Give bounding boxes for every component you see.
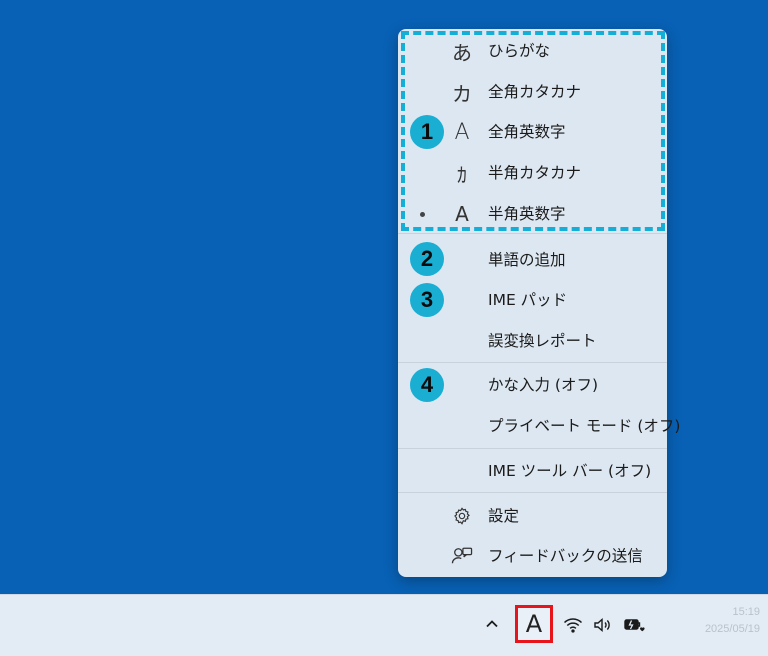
wifi-icon[interactable]	[561, 613, 585, 637]
callout-1: 1	[410, 115, 444, 149]
halfwidth-katakana-icon: ｶ	[457, 162, 467, 187]
taskbar-clock[interactable]: 15:19 2025/05/19	[640, 604, 760, 638]
menu-item-fullwidth-katakana[interactable]: カ 全角カタカナ	[398, 73, 667, 111]
katakana-icon: カ	[452, 81, 472, 106]
menu-item-label: IME パッド	[488, 291, 568, 309]
halfwidth-alpha-icon: A	[455, 202, 469, 226]
menu-item-label: 全角英数字	[488, 123, 566, 141]
menu-item-settings[interactable]: 設定	[398, 497, 667, 535]
menu-item-label: 単語の追加	[488, 251, 566, 269]
fullwidth-alpha-icon: A	[454, 119, 470, 145]
clock-date: 2025/05/19	[704, 623, 760, 635]
ime-mode-indicator[interactable]: A	[515, 605, 553, 643]
menu-item-halfwidth-alphanumeric[interactable]: A 半角英数字	[398, 195, 667, 233]
menu-item-conversion-report[interactable]: 誤変換レポート	[398, 322, 667, 360]
callout-2: 2	[410, 242, 444, 276]
menu-item-hiragana[interactable]: あ ひらがな	[398, 32, 667, 70]
selected-bullet-icon	[420, 212, 425, 217]
callout-3: 3	[410, 283, 444, 317]
menu-item-label: 半角カタカナ	[488, 164, 582, 182]
menu-item-halfwidth-katakana[interactable]: ｶ 半角カタカナ	[398, 154, 667, 192]
menu-separator	[398, 448, 667, 449]
menu-item-label: 設定	[488, 507, 520, 525]
menu-item-label: IME ツール バー (オフ)	[488, 462, 652, 480]
clock-time: 15:19	[732, 606, 760, 618]
menu-item-feedback[interactable]: フィードバックの送信	[398, 537, 667, 575]
menu-item-private-mode[interactable]: プライベート モード (オフ)	[398, 407, 680, 445]
menu-item-label: 全角カタカナ	[488, 83, 582, 101]
hiragana-icon: あ	[452, 40, 472, 65]
menu-item-ime-toolbar[interactable]: IME ツール バー (オフ)	[398, 452, 667, 490]
menu-item-label: プライベート モード (オフ)	[488, 417, 681, 435]
menu-item-label: かな入力 (オフ)	[488, 376, 599, 394]
menu-item-label: 半角英数字	[488, 205, 566, 223]
menu-item-label: フィードバックの送信	[488, 547, 643, 565]
speaker-icon[interactable]	[590, 613, 614, 637]
callout-4: 4	[410, 368, 444, 402]
gear-icon	[448, 497, 476, 535]
menu-separator	[398, 362, 667, 363]
menu-separator	[398, 492, 667, 493]
menu-item-label: ひらがな	[488, 42, 551, 60]
chevron-up-icon[interactable]	[480, 612, 504, 636]
menu-separator	[398, 233, 667, 234]
menu-item-label: 誤変換レポート	[488, 332, 597, 350]
feedback-icon	[448, 537, 476, 575]
ime-indicator-label: A	[525, 610, 543, 638]
